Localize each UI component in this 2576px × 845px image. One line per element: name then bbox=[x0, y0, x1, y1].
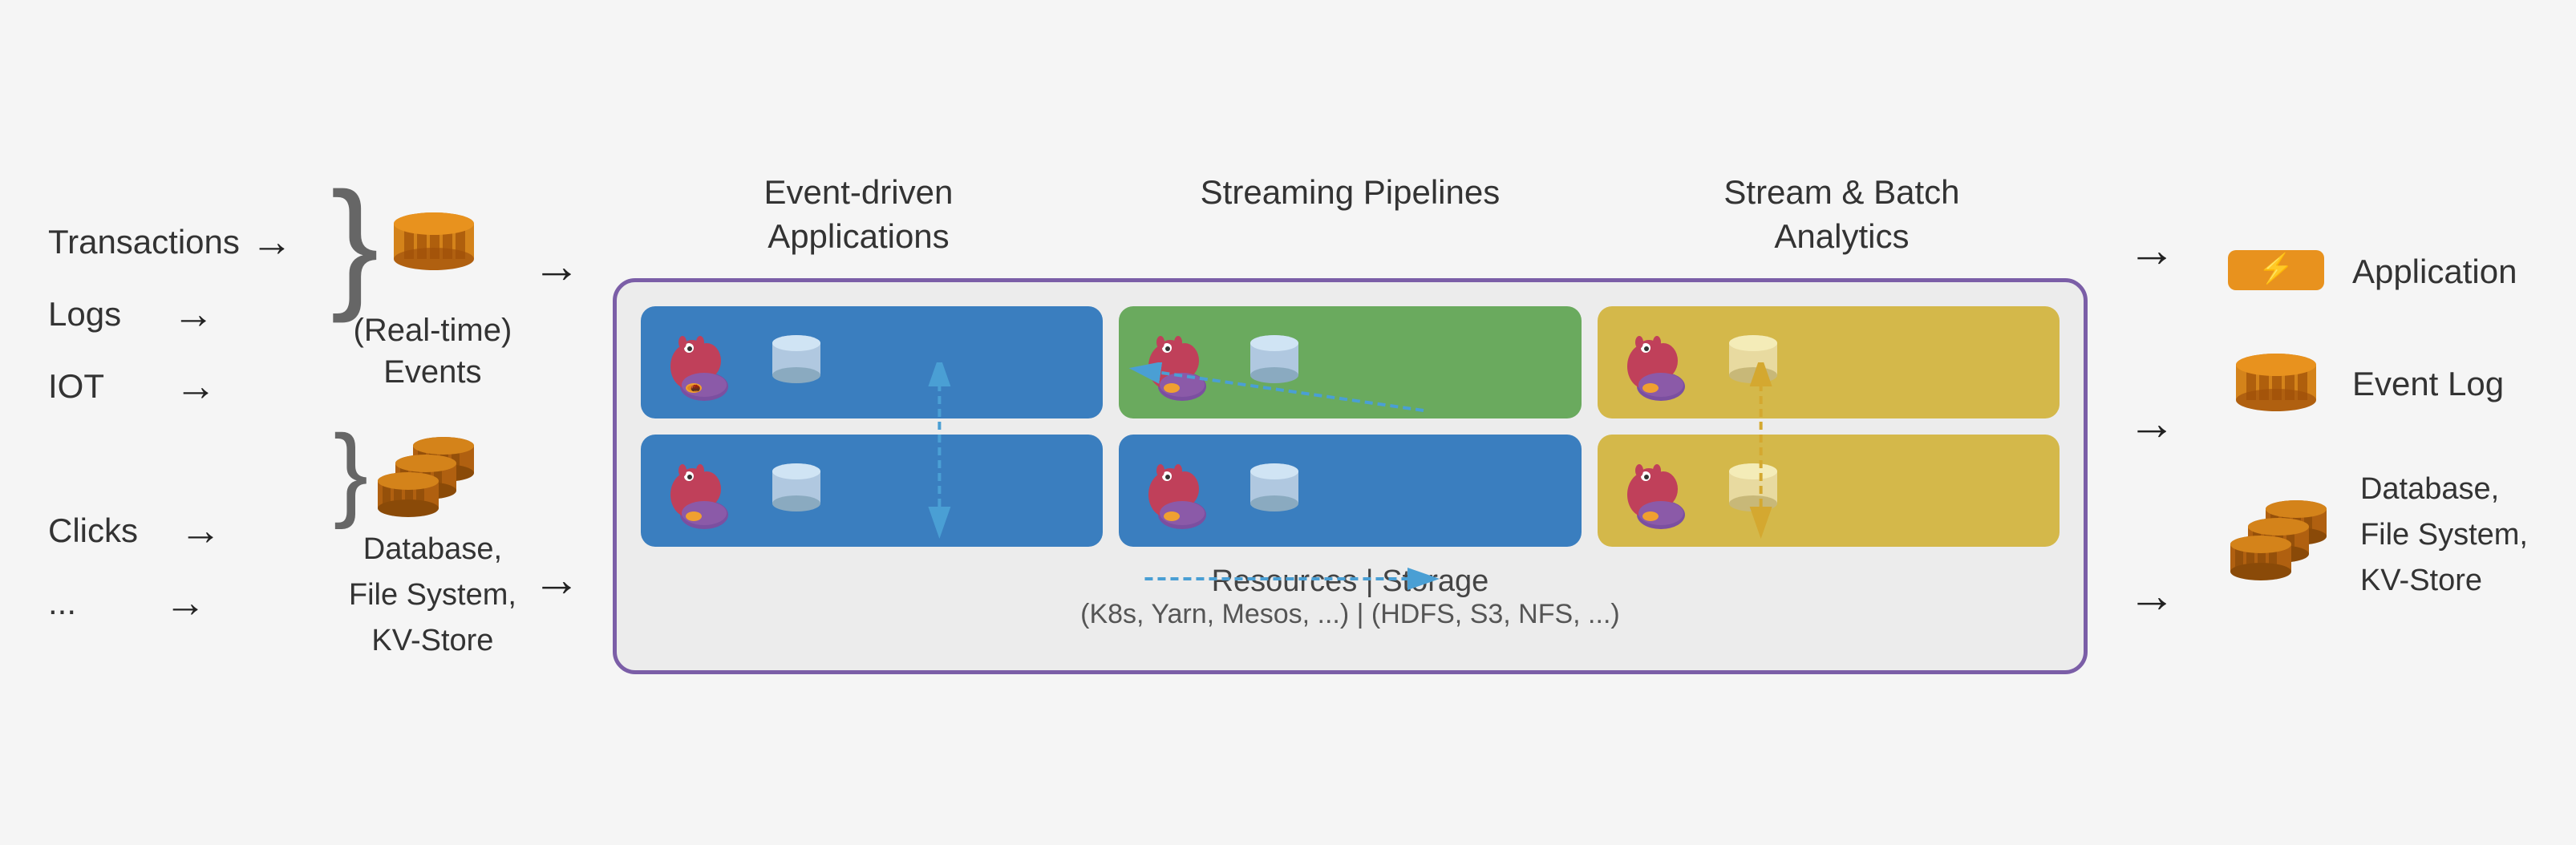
squirrel-r1c3 bbox=[1617, 322, 1705, 402]
event-log-icon bbox=[382, 209, 486, 277]
db-r1c2 bbox=[1242, 330, 1306, 394]
input-label-iot: IOT bbox=[48, 367, 104, 406]
cell-r2c2 bbox=[1119, 435, 1581, 547]
cell-r1c1: 🌰 bbox=[641, 306, 1103, 418]
outputs-section: ⚡ Application Event Log bbox=[2224, 242, 2528, 604]
bottom-brace: } bbox=[334, 427, 368, 516]
output-label-app: Application bbox=[2352, 253, 2517, 291]
resources-sub: (K8s, Yarn, Mesos, ...) | (HDFS, S3, NFS… bbox=[641, 599, 2060, 630]
grid-area: 🌰 bbox=[641, 306, 2060, 547]
cell-r2c1 bbox=[641, 435, 1103, 547]
cell-r1c2 bbox=[1119, 306, 1581, 418]
realtime-label: (Real-time)Events bbox=[354, 309, 512, 393]
squirrel-r1c1: 🌰 bbox=[660, 322, 748, 402]
db-output-icon bbox=[2224, 485, 2336, 585]
arrow-out-top: → bbox=[2128, 222, 2176, 277]
output-label-eventlog: Event Log bbox=[2352, 365, 2504, 403]
col-header-analytics: Stream & BatchAnalytics bbox=[1596, 171, 2088, 258]
arrow-iot: → bbox=[175, 362, 217, 410]
app-icon: ⚡ bbox=[2224, 242, 2328, 302]
db-r2c3 bbox=[1721, 459, 1785, 523]
diagram: Transactions → Logs → IOT → Clicks → ...… bbox=[0, 0, 2576, 845]
input-label-clicks: Clicks bbox=[48, 511, 138, 550]
resources-label: Resources | Storage (K8s, Yarn, Mesos, .… bbox=[641, 564, 2060, 630]
cell-r1c3 bbox=[1598, 306, 2060, 418]
resources-text: Resources | Storage bbox=[641, 564, 2060, 599]
middle-arrows: → → bbox=[533, 238, 581, 607]
col-header-event-driven: Event-drivenApplications bbox=[613, 171, 1104, 258]
input-row-transactions: Transactions → bbox=[48, 218, 293, 266]
inputs-list: Transactions → Logs → IOT → Clicks → ...… bbox=[48, 218, 293, 627]
middle-section: Event-drivenApplications Streaming Pipel… bbox=[613, 171, 2088, 673]
arrow-out-bot: → bbox=[2128, 568, 2176, 623]
squirrel-r2c1 bbox=[660, 451, 748, 531]
bottom-brace-group: } bbox=[334, 422, 484, 522]
arrow-ellipsis: → bbox=[164, 579, 206, 627]
arrow-transactions: → bbox=[251, 218, 293, 266]
arrow-to-top: → bbox=[533, 238, 581, 293]
output-row-eventlog: Event Log bbox=[2224, 350, 2504, 418]
cell-r2c3 bbox=[1598, 435, 2060, 547]
squirrel-r2c2 bbox=[1138, 451, 1226, 531]
db-r1c1 bbox=[764, 330, 828, 394]
db-r2c1 bbox=[764, 459, 828, 523]
arrow-clicks: → bbox=[180, 507, 221, 555]
column-headers: Event-drivenApplications Streaming Pipel… bbox=[613, 171, 2088, 258]
db-r2c2 bbox=[1242, 459, 1306, 523]
arrow-out-mid: → bbox=[2128, 395, 2176, 451]
arrow-logs: → bbox=[172, 290, 214, 338]
brace-section: } (Real-time)Events bbox=[301, 182, 516, 664]
db-r1c3 bbox=[1721, 330, 1785, 394]
input-label-ellipsis: ... bbox=[48, 584, 76, 622]
input-row-ellipsis: ... → bbox=[48, 579, 293, 627]
arrow-to-bottom: → bbox=[533, 552, 581, 607]
input-label-logs: Logs bbox=[48, 295, 121, 334]
output-row-app: ⚡ Application bbox=[2224, 242, 2517, 302]
input-row-clicks: Clicks → bbox=[48, 507, 293, 555]
db-label-left: Database,File System,KV-Store bbox=[349, 527, 516, 664]
output-row-db: Database,File System,KV-Store bbox=[2224, 467, 2528, 604]
top-brace-group: } bbox=[330, 182, 486, 305]
squirrel-r2c3 bbox=[1617, 451, 1705, 531]
input-label-transactions: Transactions bbox=[48, 223, 240, 261]
svg-text:🌰: 🌰 bbox=[691, 383, 700, 393]
squirrel-r1c2 bbox=[1138, 322, 1226, 402]
input-row-logs: Logs → bbox=[48, 290, 293, 338]
event-log-output-icon bbox=[2224, 350, 2328, 418]
top-brace: } bbox=[330, 182, 379, 305]
db-stack-icon bbox=[371, 422, 484, 522]
output-label-db: Database,File System,KV-Store bbox=[2360, 467, 2528, 604]
svg-text:⚡: ⚡ bbox=[2258, 252, 2295, 285]
col-header-streaming: Streaming Pipelines bbox=[1104, 171, 1596, 258]
right-arrows: → → → bbox=[2128, 222, 2176, 623]
main-box: 🌰 bbox=[613, 278, 2088, 674]
input-row-iot: IOT → bbox=[48, 362, 293, 410]
